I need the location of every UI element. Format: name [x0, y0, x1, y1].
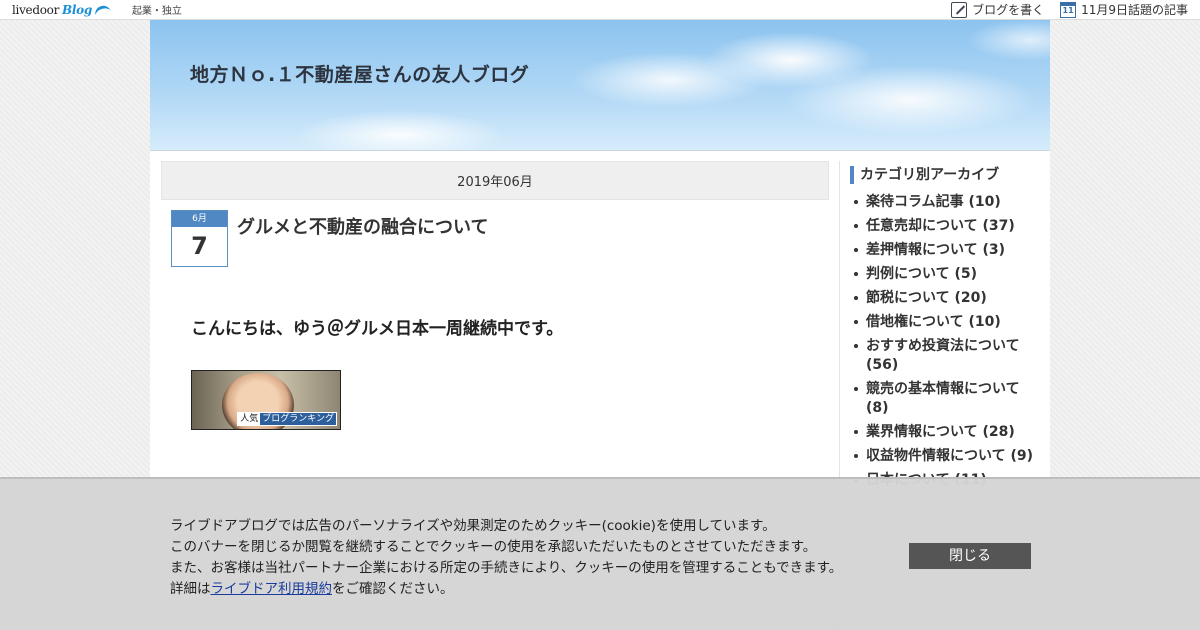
- main-content: 2019年06月 6月 7 グルメと不動産の融合について こんにちは、ゆう＠グル…: [161, 161, 829, 430]
- blog-header: 地方Ｎｏ.１不動産屋さんの友人ブログ: [150, 20, 1050, 151]
- blog-ranking-banner[interactable]: 人気 ブログランキング: [191, 370, 341, 430]
- month-heading: 2019年06月: [161, 161, 829, 200]
- cookie-line-3: また、お客様は当社パートナー企業における所定の手続きにより、クッキーの使用を管理…: [170, 560, 843, 576]
- category-item[interactable]: 差押情報について (3): [850, 241, 1045, 260]
- ranking-label-b: ブログランキング: [260, 413, 336, 425]
- write-blog-link[interactable]: ブログを書く: [951, 1, 1044, 18]
- livedoor-blog-logo[interactable]: livedoor Blog: [12, 0, 111, 20]
- cookie-line-1: ライブドアブログでは広告のパーソナライズや効果測定のためクッキー(cookie)…: [170, 518, 776, 534]
- category-item[interactable]: 借地権について (10): [850, 313, 1045, 332]
- ranking-label: 人気 ブログランキング: [237, 412, 337, 426]
- blog-title[interactable]: 地方Ｎｏ.１不動産屋さんの友人ブログ: [190, 60, 529, 87]
- cookie-notice-text: ライブドアブログでは広告のパーソナライズや効果測定のためクッキー(cookie)…: [170, 516, 842, 600]
- category-list: 楽待コラム記事 (10) 任意売却について (37) 差押情報について (3) …: [850, 193, 1045, 490]
- sidebar: カテゴリ別アーカイブ 楽待コラム記事 (10) 任意売却について (37) 差押…: [850, 166, 1045, 495]
- cookie-close-button[interactable]: 閉じる: [909, 543, 1031, 569]
- bird-icon: [93, 3, 111, 16]
- category-item[interactable]: 業界情報について (28): [850, 423, 1045, 442]
- cookie-line-4: 詳細はライブドア利用規約をご確認ください。: [170, 579, 842, 600]
- category-item[interactable]: 収益物件情報について (9): [850, 447, 1045, 466]
- cookie-line-4-suffix: をご確認ください。: [332, 581, 454, 597]
- topic-articles-link[interactable]: 11 11月9日話題の記事: [1060, 1, 1188, 18]
- post-date-month: 6月: [172, 211, 227, 227]
- post-intro-text: こんにちは、ゆう＠グルメ日本一周継続中です。: [191, 319, 564, 339]
- logo-text: livedoor: [12, 2, 60, 17]
- write-blog-label: ブログを書く: [972, 3, 1045, 17]
- calendar-icon: 11: [1060, 1, 1077, 18]
- terms-of-use-link[interactable]: ライブドア利用規約: [211, 581, 333, 597]
- pen-icon: [951, 1, 968, 18]
- top-bar: livedoor Blog 起業・独立 ブログを書く 11 11月9日話題の記事: [0, 0, 1200, 20]
- category-item[interactable]: 節税について (20): [850, 289, 1045, 308]
- category-item[interactable]: 任意売却について (37): [850, 217, 1045, 236]
- category-archive-heading: カテゴリ別アーカイブ: [850, 166, 1045, 184]
- category-tagline[interactable]: 起業・独立: [132, 2, 182, 17]
- post-date-day: 7: [191, 232, 208, 260]
- post-date-box: 6月 7: [171, 210, 228, 267]
- topic-articles-label: 11月9日話題の記事: [1081, 3, 1188, 17]
- cookie-line-4-prefix: 詳細は: [170, 581, 211, 597]
- category-item[interactable]: 楽待コラム記事 (10): [850, 193, 1045, 212]
- category-item[interactable]: 判例について (5): [850, 265, 1045, 284]
- cookie-banner: ライブドアブログでは広告のパーソナライズや効果測定のためクッキー(cookie)…: [0, 477, 1200, 630]
- cookie-line-2: このバナーを閉じるか閲覧を継続することでクッキーの使用を承認いただいたものとさせ…: [170, 539, 817, 555]
- category-item[interactable]: 競売の基本情報について (8): [850, 380, 1045, 418]
- ranking-label-a: 人気: [238, 413, 261, 425]
- logo-blog-text: Blog: [62, 2, 92, 17]
- category-item[interactable]: おすすめ投資法について (56): [850, 337, 1045, 375]
- post-title[interactable]: グルメと不動産の融合について: [237, 213, 488, 239]
